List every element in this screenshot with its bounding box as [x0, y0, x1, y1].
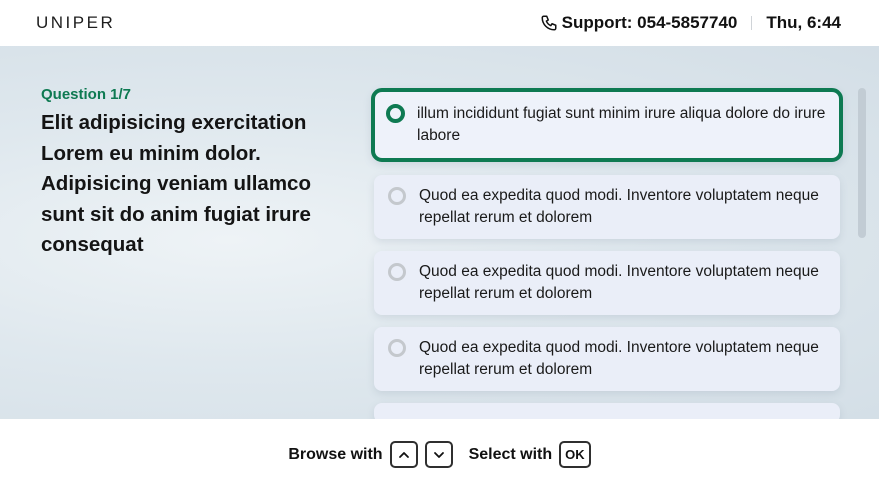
- brand-logo: UNIPER: [36, 13, 116, 32]
- answer-text: Quod ea expedita quod modi. Inventore vo…: [419, 187, 819, 226]
- question-panel: Question 1/7 Elit adipisicing exercitati…: [41, 86, 341, 261]
- header-divider: [751, 16, 753, 30]
- radio-icon: [388, 187, 406, 205]
- answer-option-2[interactable]: Quod ea expedita quod modi. Inventore vo…: [374, 175, 840, 239]
- phone-icon: [540, 14, 558, 32]
- datetime: Thu, 6:44: [766, 13, 841, 32]
- answer-text: Quod ea expedita quod modi. Inventore vo…: [419, 263, 819, 302]
- radio-icon: [388, 339, 406, 357]
- answer-option-4[interactable]: Quod ea expedita quod modi. Inventore vo…: [374, 327, 840, 391]
- header: UNIPER Support: 054-5857740 Thu, 6:44: [0, 0, 879, 46]
- answer-option-1[interactable]: illum incididunt fugiat sunt minim irure…: [371, 88, 843, 162]
- footer-hints: Browse with Select with OK: [0, 419, 879, 490]
- chevron-down-icon[interactable]: [424, 441, 453, 468]
- radio-icon: [388, 263, 406, 281]
- answer-list: illum incididunt fugiat sunt minim irure…: [371, 88, 843, 419]
- scrollbar-thumb[interactable]: [858, 88, 866, 238]
- select-label: Select with: [468, 445, 553, 463]
- app: UNIPER Support: 054-5857740 Thu, 6:44 Qu…: [0, 0, 879, 490]
- question-number: Question 1/7: [41, 86, 132, 103]
- browse-label: Browse with: [288, 445, 383, 463]
- answer-text: illum incididunt fugiat sunt minim irure…: [417, 105, 826, 144]
- support-phone: Support: 054-5857740: [561, 13, 738, 32]
- ok-key[interactable]: OK: [559, 441, 591, 468]
- quiz-area: Question 1/7 Elit adipisicing exercitati…: [0, 46, 879, 419]
- question-text: Elit adipisicing exercitation Lorem eu m…: [41, 111, 311, 256]
- answer-option-partial[interactable]: [374, 403, 840, 419]
- answer-text: Quod ea expedita quod modi. Inventore vo…: [419, 339, 819, 378]
- header-info: Support: 054-5857740 Thu, 6:44: [540, 13, 841, 33]
- chevron-up-icon[interactable]: [389, 441, 418, 468]
- radio-selected-icon: [386, 104, 405, 123]
- answer-option-3[interactable]: Quod ea expedita quod modi. Inventore vo…: [374, 251, 840, 315]
